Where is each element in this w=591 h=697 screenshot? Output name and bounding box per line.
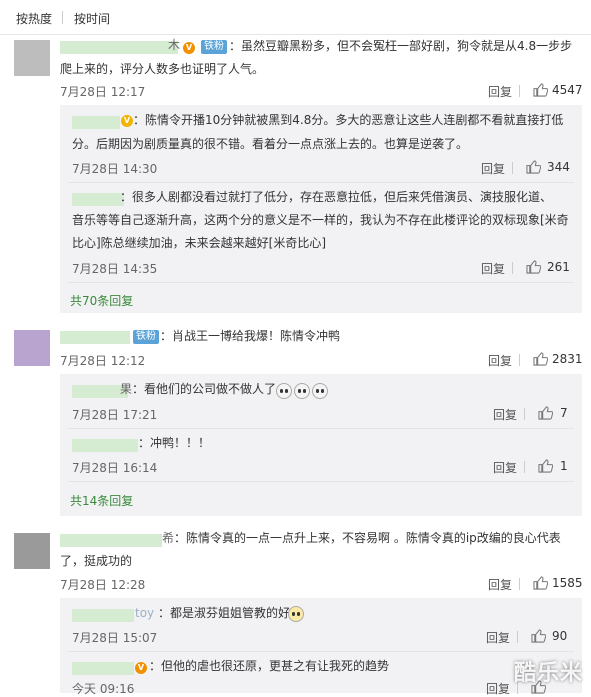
reply-divider (68, 651, 574, 652)
like-count: 4547 (552, 83, 583, 97)
reply-time: 7月28日 17:21 (72, 408, 158, 422)
view-more-replies[interactable]: 共70条回复 (70, 292, 133, 309)
like-icon[interactable] (533, 83, 548, 97)
comment-text-line: ：肖战王一博给我爆！陈情令冲鸭 (160, 329, 341, 343)
reply-time: 7月28日 14:35 (72, 262, 158, 276)
action-divider (512, 162, 513, 174)
member-badge-icon: V (121, 115, 133, 127)
username-blurred[interactable] (60, 41, 178, 54)
reply-divider (68, 182, 574, 183)
reply-text-line: 分。后期因为剧质量真的很不错。看着分一点点涨上去的。也算是逆袭了。 (72, 137, 469, 151)
username-suffix: 果 (120, 382, 133, 396)
username-blurred[interactable] (60, 331, 130, 344)
reply-text-line: ：陈情令开播10分钟就被黑到4.8分。多大的恶意让这些人连剧都不看就直接打低 (133, 113, 564, 127)
like-count: 1585 (552, 576, 583, 590)
avatar[interactable] (14, 533, 50, 569)
username-blurred[interactable] (72, 193, 124, 206)
comment-text-line: 爬上来的，评分人数多也证明了人气。 (60, 62, 265, 76)
fan-badge: 铁粉 (133, 330, 159, 344)
comment-time: 7月28日 12:28 (60, 578, 146, 592)
username-blurred[interactable] (72, 439, 138, 452)
like-icon[interactable] (538, 459, 553, 473)
member-badge-icon: V (135, 662, 147, 674)
username-blurred[interactable] (60, 534, 162, 547)
comment-text-line: ：陈情令真的一点一点升上来，不容易啊 。陈情令真的ip改编的良心代表 (174, 531, 561, 545)
emoji-icon (294, 383, 310, 399)
like-count: 261 (547, 260, 570, 274)
username-blurred[interactable] (72, 609, 134, 622)
action-divider (519, 354, 520, 366)
reply-button[interactable]: 回复 (486, 629, 510, 646)
reply-divider (68, 282, 574, 283)
reply-divider (68, 481, 574, 482)
comment-time: 7月28日 12:17 (60, 85, 146, 99)
sort-tabs: 按热度 按时间 (0, 0, 591, 35)
like-count: 1 (560, 459, 568, 473)
comment-text-line: 了，挺成功的 (60, 554, 133, 568)
like-icon[interactable] (531, 629, 546, 643)
reply-button[interactable]: 回复 (488, 352, 512, 369)
comment-time: 7月28日 12:12 (60, 354, 146, 368)
action-divider (524, 461, 525, 473)
action-divider (519, 85, 520, 97)
avatar[interactable] (14, 330, 50, 366)
like-icon[interactable] (526, 260, 541, 274)
like-icon[interactable] (533, 352, 548, 366)
reply-time: 7月28日 15:07 (72, 631, 158, 645)
like-icon[interactable] (533, 576, 548, 590)
emoji-icon (288, 606, 304, 622)
reply-text-line: ：但他的虐也很还原，更甚之有让我死的趋势 (149, 659, 390, 673)
username-suffix: toy (135, 606, 155, 620)
fan-badge: 铁粉 (201, 40, 227, 54)
like-count: 90 (552, 629, 568, 643)
like-count: 344 (547, 160, 570, 174)
reply-button[interactable]: 回复 (486, 680, 510, 697)
action-divider (519, 578, 520, 590)
tab-divider (62, 11, 63, 24)
like-icon[interactable] (538, 406, 553, 420)
reply-text-line: ：很多人剧都没看过就打了低分，存在恶意拉低，但后来凭借演员、演技服化道、 (120, 190, 553, 204)
reply-divider (68, 428, 574, 429)
reply-text-line: ：冲鸭！！！ (138, 436, 211, 450)
reply-button[interactable]: 回复 (493, 459, 517, 476)
tab-hot[interactable]: 按热度 (16, 10, 52, 27)
like-icon[interactable] (526, 160, 541, 174)
username-suffix: 希 (162, 531, 175, 545)
tab-time[interactable]: 按时间 (74, 10, 110, 27)
emoji-icon (312, 383, 328, 399)
reply-button[interactable]: 回复 (488, 83, 512, 100)
reply-text-line: 比心]陈总继续加油，未来会越来越好[米奇比心] (72, 236, 327, 250)
member-badge-icon: V (183, 42, 195, 54)
avatar[interactable] (14, 40, 50, 76)
username-blurred[interactable] (72, 116, 120, 129)
reply-text-line: 音乐等等自己逐渐升高，这两个分的意义是不一样的，我认为不存在此楼评论的双标现象[… (72, 213, 569, 227)
reply-button[interactable]: 回复 (493, 406, 517, 423)
reply-button[interactable]: 回复 (488, 576, 512, 593)
action-divider (512, 262, 513, 274)
comment-text-line: ：虽然豆瓣黑粉多，但不会冤枉一部好剧，狗令就是从4.8一步步 (229, 39, 573, 53)
reply-text-line: ：都是淑芬姐姐管教的好 (158, 606, 291, 620)
action-divider (524, 408, 525, 420)
username-blurred[interactable] (72, 662, 134, 675)
like-count: 2831 (552, 352, 583, 366)
reply-button[interactable]: 回复 (481, 160, 505, 177)
reply-button[interactable]: 回复 (481, 260, 505, 277)
reply-text-line: ：看他们的公司做不做人了 (132, 382, 277, 396)
reply-time: 今天 09:16 (72, 682, 135, 696)
view-more-replies[interactable]: 共14条回复 (70, 492, 133, 509)
username-suffix: 木 (168, 38, 181, 52)
reply-time: 7月28日 16:14 (72, 461, 158, 475)
reply-time: 7月28日 14:30 (72, 162, 158, 176)
action-divider (517, 631, 518, 643)
watermark-logo: 酷乐米 (513, 661, 583, 686)
emoji-icon (276, 383, 292, 399)
like-count: 7 (560, 406, 568, 420)
